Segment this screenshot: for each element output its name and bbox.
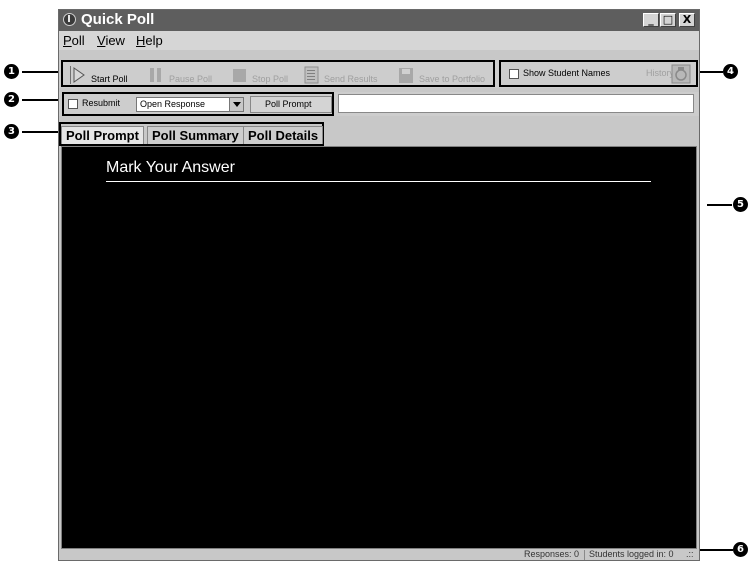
prompt-title: Mark Your Answer	[106, 159, 235, 176]
callout-1-line	[22, 71, 58, 73]
menu-view-rest: iew	[105, 33, 125, 48]
tab-poll-details[interactable]: Poll Details	[243, 126, 324, 144]
pause-icon	[150, 68, 161, 82]
response-type-select[interactable]: Open Response	[136, 97, 244, 112]
floppy-disk-icon	[399, 68, 413, 83]
display-options-group: Show Student Names History	[499, 60, 698, 87]
poll-prompt-button[interactable]: Poll Prompt	[250, 96, 332, 113]
quick-poll-window: Quick Poll _ □ X Poll View Help Start Po…	[58, 9, 700, 561]
menu-bar: Poll View Help	[59, 31, 699, 50]
show-student-names-checkbox[interactable]	[509, 69, 519, 79]
response-type-value: Open Response	[140, 99, 206, 109]
play-icon	[70, 66, 85, 84]
history-label: History	[646, 68, 675, 78]
power-icon	[63, 13, 76, 26]
pause-poll-button[interactable]: Pause Poll	[147, 64, 227, 86]
callout-2: 2	[4, 92, 19, 107]
callout-3-line	[22, 131, 58, 133]
menu-view[interactable]: View	[97, 33, 125, 48]
dropdown-arrow-icon[interactable]	[229, 98, 243, 111]
status-separator	[584, 550, 585, 560]
resize-grip-icon[interactable]: .::	[686, 549, 694, 559]
callout-4: 4	[723, 64, 738, 79]
menu-help-accel: H	[136, 33, 146, 48]
callout-6-line	[700, 549, 733, 551]
start-poll-button[interactable]: Start Poll	[69, 64, 149, 86]
menu-help-rest: elp	[145, 33, 163, 48]
menu-poll-accel: P	[63, 33, 72, 48]
toolbar: Start Poll Pause Poll Stop Poll Send Res…	[59, 60, 699, 88]
send-results-label: Send Results	[324, 74, 378, 84]
options-group: Resubmit Open Response Poll Prompt	[62, 92, 334, 116]
history-icon[interactable]	[671, 64, 691, 84]
stop-poll-button[interactable]: Stop Poll	[230, 64, 300, 86]
callout-2-line	[22, 99, 58, 101]
menu-poll[interactable]: Poll	[63, 33, 85, 48]
pause-poll-label: Pause Poll	[169, 74, 213, 84]
start-poll-label: Start Poll	[91, 74, 128, 84]
send-results-icon	[304, 66, 319, 84]
minimize-button[interactable]: _	[643, 13, 659, 27]
send-results-button[interactable]: Send Results	[302, 64, 392, 86]
resubmit-checkbox[interactable]	[68, 99, 78, 109]
save-to-portfolio-label: Save to Portfolio	[419, 74, 486, 84]
poll-controls-group: Start Poll Pause Poll Stop Poll Send Res…	[61, 60, 495, 87]
stop-poll-label: Stop Poll	[252, 74, 289, 84]
callout-6: 6	[733, 542, 748, 557]
callout-3: 3	[4, 124, 19, 139]
menu-help[interactable]: Help	[136, 33, 163, 48]
options-row: Resubmit Open Response Poll Prompt	[59, 92, 699, 116]
poll-prompt-button-label: Poll Prompt	[265, 99, 312, 109]
students-logged-in: Students logged in: 0	[589, 549, 674, 559]
responses-count: Responses: 0	[524, 549, 580, 559]
callout-5-line	[707, 204, 732, 206]
callout-4-line	[700, 71, 723, 73]
poll-prompt-input[interactable]	[338, 94, 694, 113]
title-bar[interactable]: Quick Poll _ □ X	[59, 10, 699, 31]
show-student-names-label: Show Student Names	[523, 68, 611, 78]
prompt-underline	[106, 181, 651, 182]
status-bar: Responses: 0 Students logged in: 0 .::	[59, 549, 699, 560]
close-button[interactable]: X	[679, 13, 695, 27]
callout-5: 5	[733, 197, 748, 212]
poll-prompt-pane: Mark Your Answer	[61, 146, 697, 549]
maximize-button[interactable]: □	[660, 13, 676, 27]
resubmit-label: Resubmit	[82, 98, 121, 108]
tab-poll-summary[interactable]: Poll Summary	[147, 126, 244, 144]
stop-icon	[233, 69, 246, 82]
callout-1: 1	[4, 64, 19, 79]
menu-poll-rest: oll	[71, 33, 85, 48]
tab-poll-prompt[interactable]: Poll Prompt	[61, 126, 144, 144]
save-to-portfolio-button[interactable]: Save to Portfolio	[397, 64, 493, 86]
window-title: Quick Poll	[81, 11, 155, 28]
